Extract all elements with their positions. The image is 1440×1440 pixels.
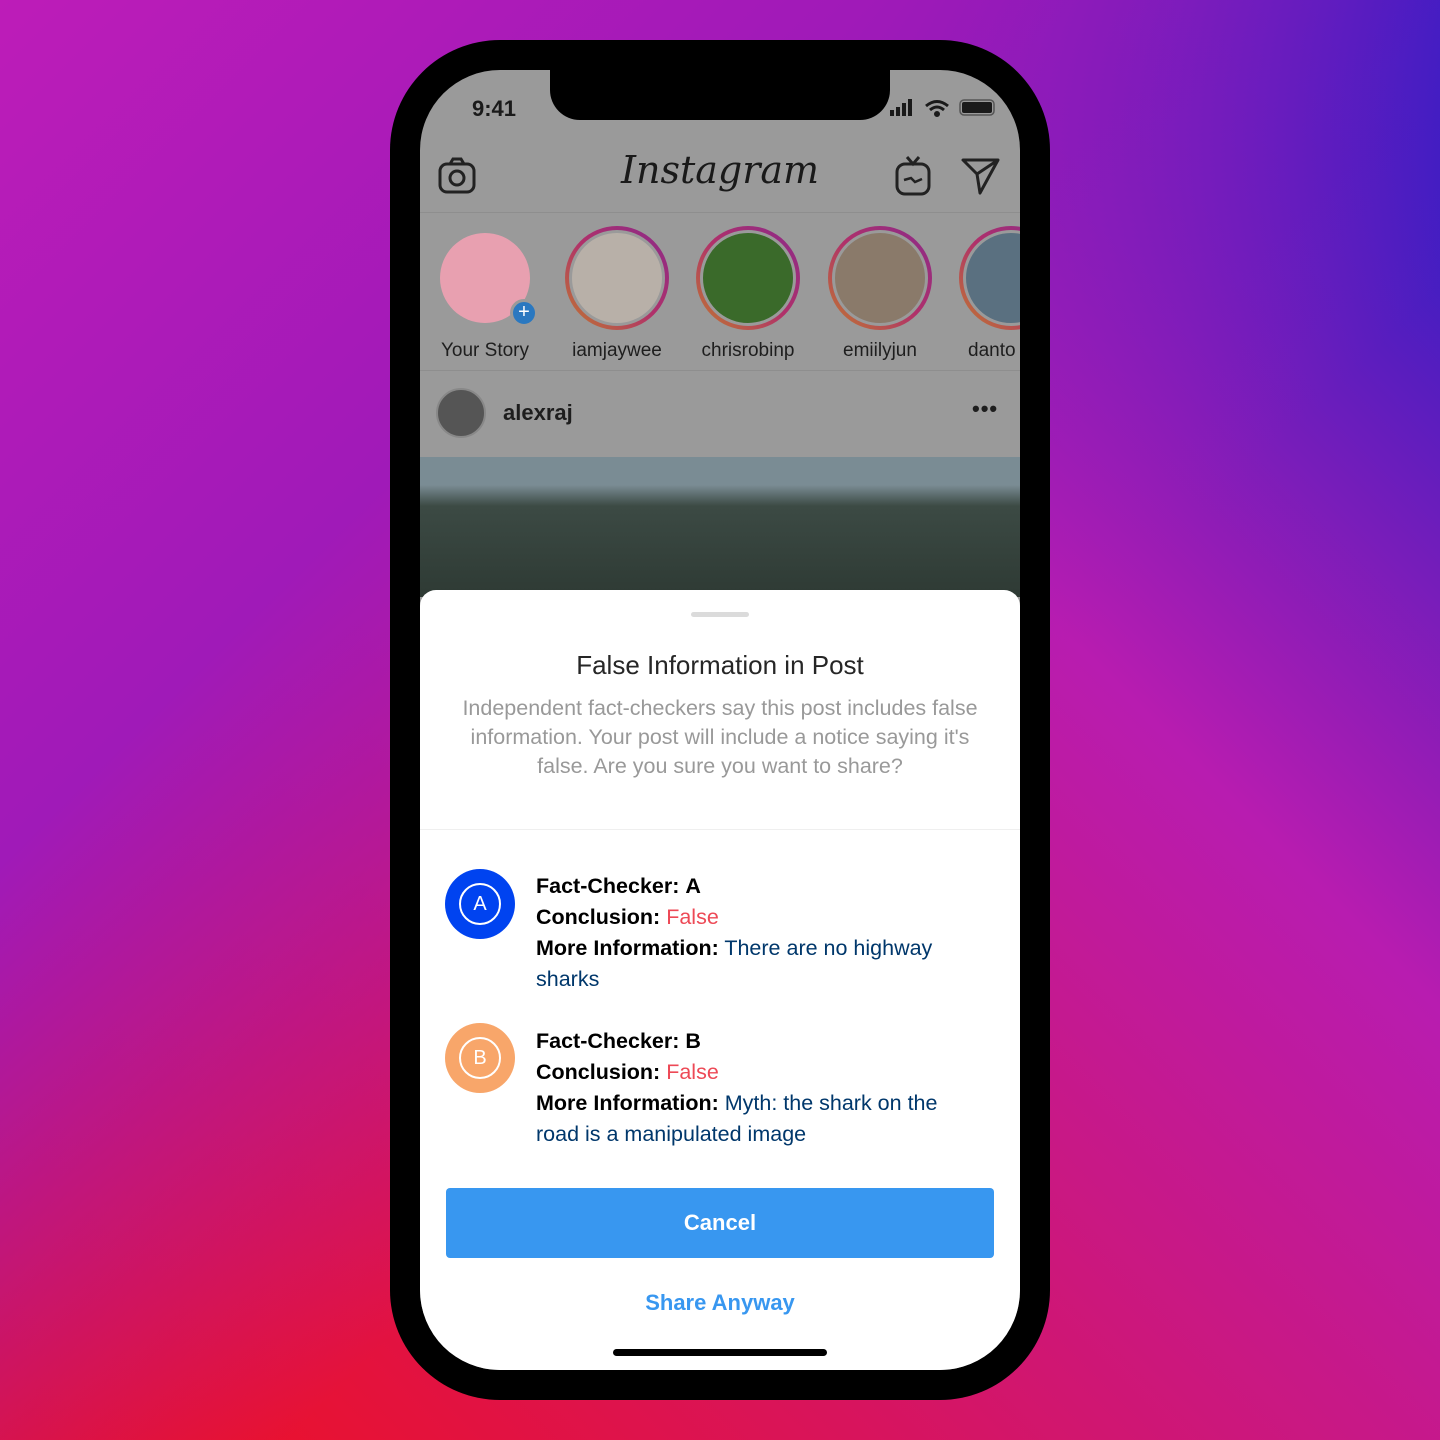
story-label: chrisrobinp — [701, 340, 795, 361]
badge-letter: B — [459, 1037, 501, 1079]
notch — [550, 70, 890, 120]
story-label: emiilyjun — [843, 340, 917, 361]
avatar — [963, 230, 1020, 326]
signal-icon — [890, 99, 912, 116]
cancel-button[interactable]: Cancel — [446, 1188, 994, 1258]
avatar — [700, 230, 796, 326]
header-divider — [420, 212, 1020, 213]
screen: 9:41 Instagram + Your Story iamjaywee ch… — [420, 70, 1020, 1370]
info-label: More Information: — [536, 936, 719, 960]
add-story-icon[interactable]: + — [510, 299, 538, 327]
badge-letter: A — [459, 883, 501, 925]
avatar: + — [440, 233, 538, 327]
conclusion-value: False — [666, 905, 719, 929]
stories-divider — [420, 370, 1020, 371]
story-label: danto — [968, 340, 1016, 361]
checker-name: B — [685, 1029, 701, 1053]
more-icon[interactable]: ••• — [972, 396, 998, 422]
share-anyway-button[interactable]: Share Anyway — [420, 1290, 1020, 1316]
story-label: Your Story — [440, 340, 529, 361]
wifi-icon — [925, 100, 949, 117]
post-username[interactable]: alexraj — [503, 400, 573, 426]
story-item[interactable]: danto — [951, 226, 1020, 362]
story-item[interactable]: emiilyjun — [820, 226, 940, 362]
fact-checker-b-badge: B — [445, 1023, 515, 1093]
battery-icon — [959, 99, 995, 116]
checker-label: Fact-Checker: — [536, 1029, 680, 1053]
sheet-divider — [420, 829, 1020, 830]
igtv-icon[interactable] — [894, 154, 934, 198]
checker-label: Fact-Checker: — [536, 874, 680, 898]
checker-name: A — [685, 874, 701, 898]
story-your-story[interactable]: + Your Story — [425, 226, 545, 362]
status-time: 9:41 — [472, 96, 517, 121]
post-image — [420, 457, 1020, 597]
info-label: More Information: — [536, 1091, 719, 1115]
post-avatar[interactable] — [436, 388, 486, 438]
conclusion-label: Conclusion: — [536, 905, 661, 929]
fact-check-a: Fact-Checker: A Conclusion: False More I… — [536, 871, 976, 995]
conclusion-value: False — [666, 1060, 719, 1084]
story-item[interactable]: iamjaywee — [557, 226, 677, 362]
fact-checker-a-badge: A — [445, 869, 515, 939]
conclusion-label: Conclusion: — [536, 1060, 661, 1084]
story-item[interactable]: chrisrobinp — [688, 226, 808, 362]
home-indicator — [613, 1349, 827, 1356]
avatar — [832, 230, 928, 326]
sheet-title: False Information in Post — [576, 650, 864, 680]
fact-check-b: Fact-Checker: B Conclusion: False More I… — [536, 1026, 976, 1150]
false-info-sheet: False Information in Post Independent fa… — [420, 590, 1020, 1370]
status-icons — [890, 99, 995, 117]
sheet-body: Independent fact-checkers say this post … — [462, 696, 978, 778]
story-label: iamjaywee — [572, 340, 662, 361]
drag-handle[interactable] — [691, 612, 749, 617]
direct-message-icon[interactable] — [960, 156, 1002, 196]
avatar — [569, 230, 665, 326]
